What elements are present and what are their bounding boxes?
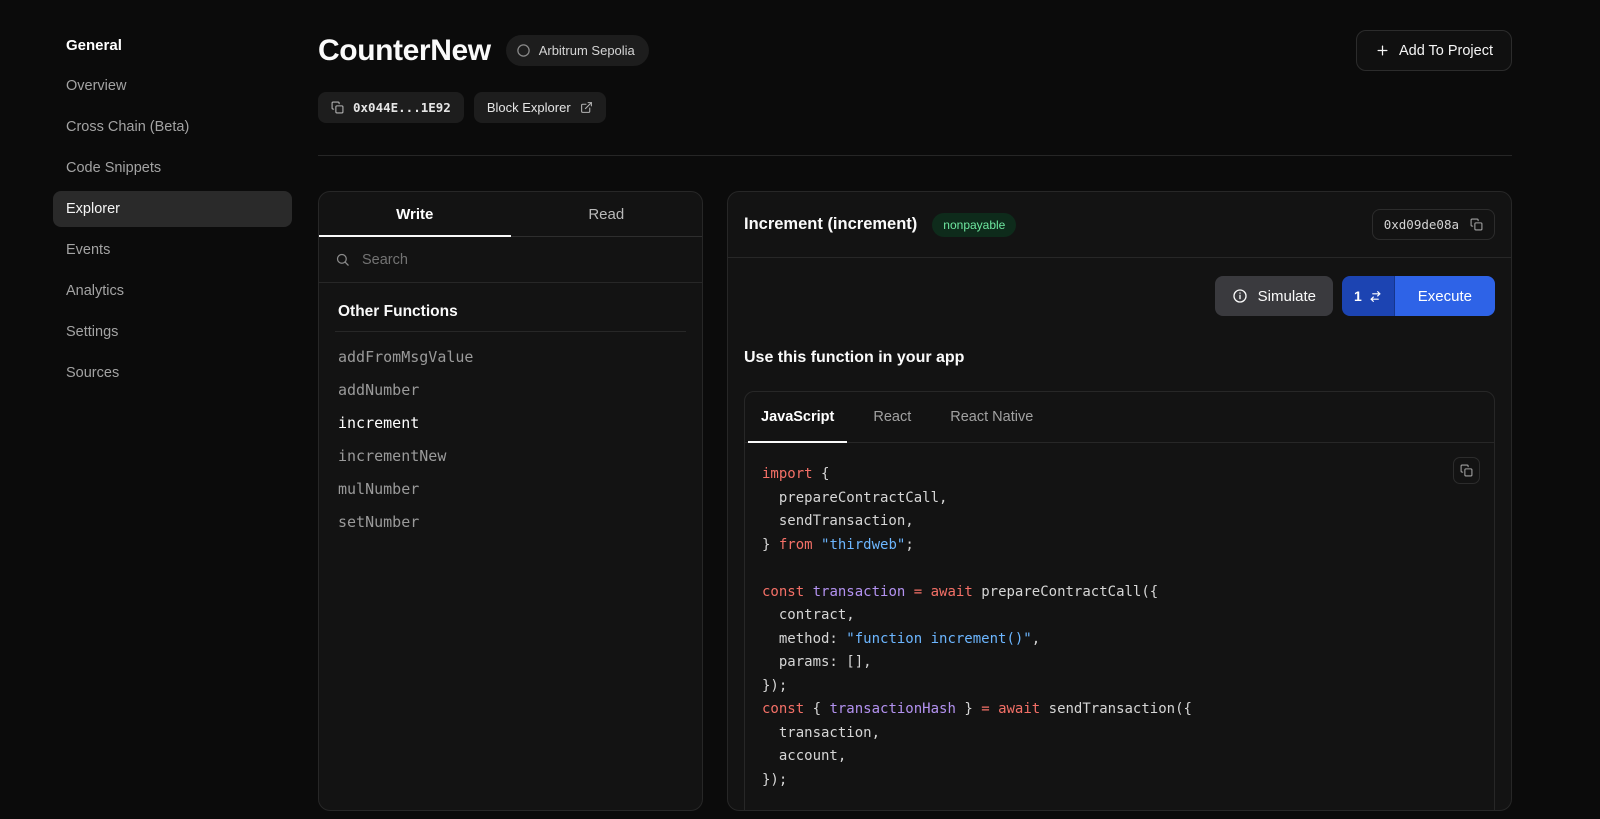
search-input[interactable]: [360, 251, 686, 269]
functions-group-divider: [335, 331, 686, 332]
code-block: import { prepareContractCall, sendTransa…: [762, 463, 1477, 792]
sidebar-item-explorer[interactable]: Explorer: [53, 191, 292, 227]
info-icon: [1232, 288, 1248, 304]
block-explorer-button[interactable]: Block Explorer: [474, 92, 606, 123]
code-line: transaction,: [762, 722, 1477, 746]
header-divider: [318, 155, 1512, 156]
execute-button[interactable]: Execute: [1395, 276, 1495, 316]
function-item-setnumber[interactable]: setNumber: [335, 506, 686, 539]
plus-icon: [1375, 43, 1390, 58]
code-line: method: "function increment()",: [762, 628, 1477, 652]
function-item-mulnumber[interactable]: mulNumber: [335, 473, 686, 506]
tab-write[interactable]: Write: [319, 192, 511, 236]
code-line: [762, 557, 1477, 581]
function-item-addnumber[interactable]: addNumber: [335, 374, 686, 407]
code-line: contract,: [762, 604, 1477, 628]
simulate-button[interactable]: Simulate: [1215, 276, 1333, 316]
title-group: CounterNew Arbitrum Sepolia: [318, 34, 649, 68]
sidebar-nav: Overview Cross Chain (Beta) Code Snippets E…: [53, 68, 292, 391]
code-area: import { prepareContractCall, sendTransa…: [745, 443, 1494, 810]
function-selector-pill[interactable]: 0xd09de08a: [1372, 209, 1495, 240]
function-item-addfrommsgvalue[interactable]: addFromMsgValue: [335, 341, 686, 374]
external-link-icon: [580, 101, 593, 114]
functions-group-heading: Other Functions: [338, 303, 686, 321]
detail-header: Increment (increment) nonpayable 0xd09de…: [728, 192, 1511, 258]
code-line: const { transactionHash } = await sendTr…: [762, 698, 1477, 722]
tab-javascript[interactable]: JavaScript: [748, 392, 847, 442]
add-to-project-button[interactable]: Add To Project: [1356, 30, 1512, 71]
search-icon: [335, 252, 350, 267]
code-line: account,: [762, 745, 1477, 769]
sidebar-item-settings[interactable]: Settings: [53, 314, 292, 350]
usage-heading: Use this function in your app: [744, 349, 1495, 367]
pill-row: 0x044E...1E92 Block Explorer: [318, 92, 1512, 123]
copy-icon: [331, 101, 344, 114]
page: General Overview Cross Chain (Beta) Code S…: [0, 0, 1600, 819]
detail-body: Simulate 1 Execute Use this function in …: [728, 258, 1511, 810]
sidebar-item-cross-chain-beta[interactable]: Cross Chain (Beta): [53, 109, 292, 145]
actions-row: Simulate 1 Execute: [744, 276, 1495, 316]
copy-icon: [1460, 464, 1473, 477]
function-selector-label: 0xd09de08a: [1384, 217, 1459, 232]
code-line: import {: [762, 463, 1477, 487]
code-line: params: [],: [762, 651, 1477, 675]
code-line: } from "thirdweb";: [762, 534, 1477, 558]
mutability-badge: nonpayable: [932, 213, 1016, 237]
sidebar-item-overview[interactable]: Overview: [53, 68, 292, 104]
functions-list-body: Other Functions addFromMsgValueaddNumber…: [319, 283, 702, 559]
function-detail-panel: Increment (increment) nonpayable 0xd09de…: [727, 191, 1512, 811]
tab-react-native[interactable]: React Native: [937, 392, 1046, 442]
sidebar-item-events[interactable]: Events: [53, 232, 292, 268]
copy-code-button[interactable]: [1453, 457, 1480, 484]
sidebar-item-analytics[interactable]: Analytics: [53, 273, 292, 309]
code-line: sendTransaction,: [762, 510, 1477, 534]
add-to-project-label: Add To Project: [1399, 43, 1493, 59]
function-item-increment[interactable]: increment: [335, 407, 686, 440]
tab-react[interactable]: React: [860, 392, 924, 442]
code-line: const transaction = await prepareContrac…: [762, 581, 1477, 605]
function-item-incrementnew[interactable]: incrementNew: [335, 440, 686, 473]
sidebar-heading: General: [53, 34, 292, 58]
tab-read[interactable]: Read: [511, 192, 703, 236]
code-line: });: [762, 769, 1477, 793]
header-row: CounterNew Arbitrum Sepolia Add To Proje…: [318, 30, 1512, 71]
search-row: [319, 237, 702, 283]
transaction-count: 1: [1354, 288, 1362, 304]
write-read-tabs: WriteRead: [319, 192, 702, 237]
panels: WriteRead Other Functions addFromMsgValu…: [318, 191, 1512, 811]
code-line: });: [762, 675, 1477, 699]
sidebar: General Overview Cross Chain (Beta) Code S…: [0, 0, 316, 819]
code-language-tabs: JavaScript React React Native: [745, 392, 1494, 443]
network-badge[interactable]: Arbitrum Sepolia: [506, 35, 649, 66]
main-content: CounterNew Arbitrum Sepolia Add To Proje…: [316, 0, 1600, 819]
swap-arrows-icon: [1369, 290, 1382, 303]
block-explorer-label: Block Explorer: [487, 100, 571, 115]
code-line: prepareContractCall,: [762, 487, 1477, 511]
execute-split-button: 1 Execute: [1342, 276, 1495, 316]
transaction-count-button[interactable]: 1: [1342, 276, 1395, 316]
detail-title-group: Increment (increment) nonpayable: [744, 213, 1016, 237]
copy-icon: [1470, 218, 1483, 231]
contract-address-label: 0x044E...1E92: [353, 100, 451, 115]
sidebar-item-sources[interactable]: Sources: [53, 355, 292, 391]
contract-address-pill[interactable]: 0x044E...1E92: [318, 92, 464, 123]
network-badge-label: Arbitrum Sepolia: [539, 43, 635, 58]
page-title: CounterNew: [318, 34, 491, 68]
functions-panel: WriteRead Other Functions addFromMsgValu…: [318, 191, 703, 811]
function-title: Increment (increment): [744, 215, 917, 234]
code-card: JavaScript React React Native import { pre…: [744, 391, 1495, 810]
functions-list: addFromMsgValueaddNumberincrementincreme…: [335, 341, 686, 539]
simulate-label: Simulate: [1258, 288, 1316, 305]
sidebar-item-code-snippets[interactable]: Code Snippets: [53, 150, 292, 186]
network-chain-icon: [516, 43, 531, 58]
